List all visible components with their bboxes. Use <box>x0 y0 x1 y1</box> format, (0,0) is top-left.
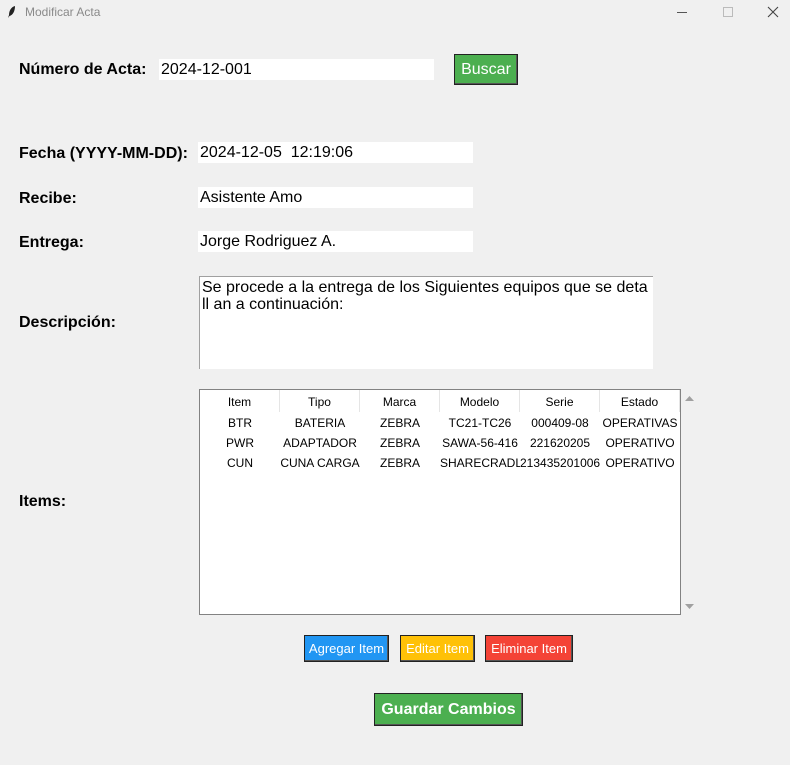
minimize-icon <box>677 12 687 13</box>
table-row[interactable]: BTR BATERIA ZEBRA TC21-TC26 000409-08 OP… <box>200 413 680 433</box>
close-button[interactable] <box>750 0 790 26</box>
column-header-estado[interactable]: Estado <box>600 390 680 412</box>
description-label: Descripción: <box>19 314 116 331</box>
acta-number-label: Número de Acta: <box>19 61 147 78</box>
save-changes-button[interactable]: Guardar Cambios <box>374 693 523 726</box>
column-header-serie[interactable]: Serie <box>520 390 600 412</box>
search-button[interactable]: Buscar <box>454 54 518 85</box>
cell-modelo: SHARECRADLE <box>440 456 520 470</box>
table-header: Item Tipo Marca Modelo Serie Estado <box>200 390 680 412</box>
cell-item: CUN <box>227 456 253 470</box>
table-row[interactable]: CUN CUNA CARGA ZEBRA SHARECRADLE 2134352… <box>200 453 680 473</box>
items-scrollbar[interactable] <box>683 389 696 615</box>
cell-tipo: CUNA CARGA <box>280 456 360 470</box>
close-icon <box>767 6 779 18</box>
column-header-item[interactable]: Item <box>200 390 280 412</box>
cell-marca: ZEBRA <box>379 416 420 430</box>
cell-marca: ZEBRA <box>379 436 420 450</box>
table-row[interactable]: PWR ADAPTADOR ZEBRA SAWA-56-416 22162020… <box>200 433 680 453</box>
column-header-modelo[interactable]: Modelo <box>440 390 520 412</box>
title-bar: Modificar Acta <box>0 0 790 26</box>
deliverer-label: Entrega: <box>19 234 84 251</box>
receiver-label: Recibe: <box>19 190 77 207</box>
cell-serie: 000409-08 <box>531 416 589 430</box>
column-header-marca[interactable]: Marca <box>360 390 440 412</box>
acta-number-input[interactable]: 2024-12-001 <box>159 59 434 80</box>
scroll-down-arrow-icon[interactable] <box>683 600 696 613</box>
deliverer-input[interactable]: Jorge Rodriguez A. <box>198 231 473 252</box>
description-textarea[interactable]: Se procede a la entrega de los Siguiente… <box>199 276 653 369</box>
cell-item: BTR <box>228 416 252 430</box>
date-label: Fecha (YYYY-MM-DD): <box>19 145 188 162</box>
cell-tipo: ADAPTADOR <box>283 436 357 450</box>
minimize-button[interactable] <box>659 0 705 26</box>
scroll-up-arrow-icon[interactable] <box>683 391 696 404</box>
cell-modelo: TC21-TC26 <box>448 416 512 430</box>
add-item-button[interactable]: Agregar Item <box>304 635 389 662</box>
cell-estado: OPERATIVO <box>605 456 675 470</box>
delete-item-button[interactable]: Eliminar Item <box>485 635 573 662</box>
cell-item: PWR <box>226 436 254 450</box>
maximize-icon <box>723 7 733 17</box>
cell-estado: OPERATIVAS <box>602 416 678 430</box>
items-label: Items: <box>19 493 67 510</box>
window-title: Modificar Acta <box>25 5 101 19</box>
maximize-button[interactable] <box>705 0 751 26</box>
items-table[interactable]: Item Tipo Marca Modelo Serie Estado BTR … <box>199 389 681 615</box>
cell-estado: OPERATIVO <box>605 436 675 450</box>
cell-tipo: BATERIA <box>294 416 346 430</box>
cell-marca: ZEBRA <box>379 456 420 470</box>
cell-serie: 221620205 <box>529 436 591 450</box>
edit-item-button[interactable]: Editar Item <box>400 635 475 662</box>
date-input[interactable]: 2024-12-05 12:19:06 <box>198 142 473 163</box>
cell-serie: 213435201006 <box>520 456 600 470</box>
cell-modelo: SAWA-56-416 <box>442 436 518 450</box>
column-header-tipo[interactable]: Tipo <box>280 390 360 412</box>
receiver-input[interactable]: Asistente Amo <box>198 187 473 208</box>
feather-icon <box>8 6 15 18</box>
